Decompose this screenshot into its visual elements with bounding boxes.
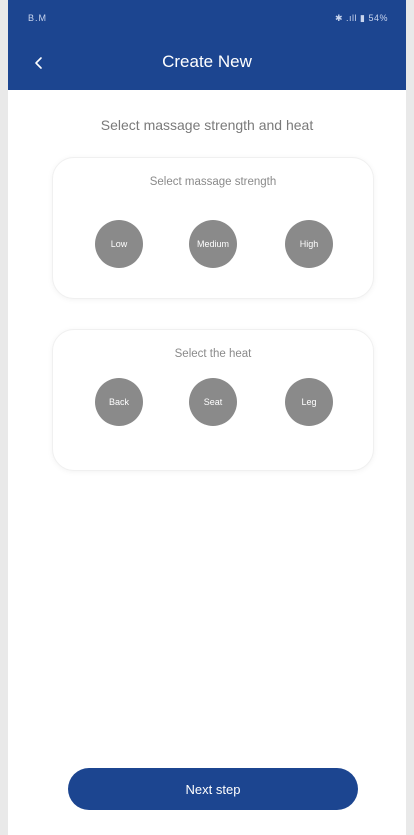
strength-label: Select massage strength <box>149 176 277 188</box>
status-right: ✱ .ıll ▮ 54% <box>334 13 388 23</box>
heat-seat-button[interactable]: Seat <box>189 378 237 426</box>
strength-high-button[interactable]: High <box>285 220 333 268</box>
heat-leg-button[interactable]: Leg <box>285 378 333 426</box>
heat-label: Select the heat <box>174 348 252 360</box>
strength-low-button[interactable]: Low <box>95 220 143 268</box>
strength-medium-button[interactable]: Medium <box>189 220 237 268</box>
status-left: B.M <box>28 13 48 23</box>
status-bar: B.M ✱ .ıll ▮ 54% <box>8 0 406 36</box>
page-subtitle: Select massage strength and heat <box>100 117 314 133</box>
heat-back-button[interactable]: Back <box>95 378 143 426</box>
heat-card: Select the heat Back Seat Leg <box>52 329 374 471</box>
strength-card: Select massage strength Low Medium High <box>52 157 374 299</box>
app-header: B.M ✱ .ıll ▮ 54% Create New <box>8 0 406 90</box>
next-step-button[interactable]: Next step <box>68 768 358 810</box>
screen: B.M ✱ .ıll ▮ 54% Create New Select massa… <box>8 0 406 835</box>
page-title: Create New <box>162 52 252 71</box>
